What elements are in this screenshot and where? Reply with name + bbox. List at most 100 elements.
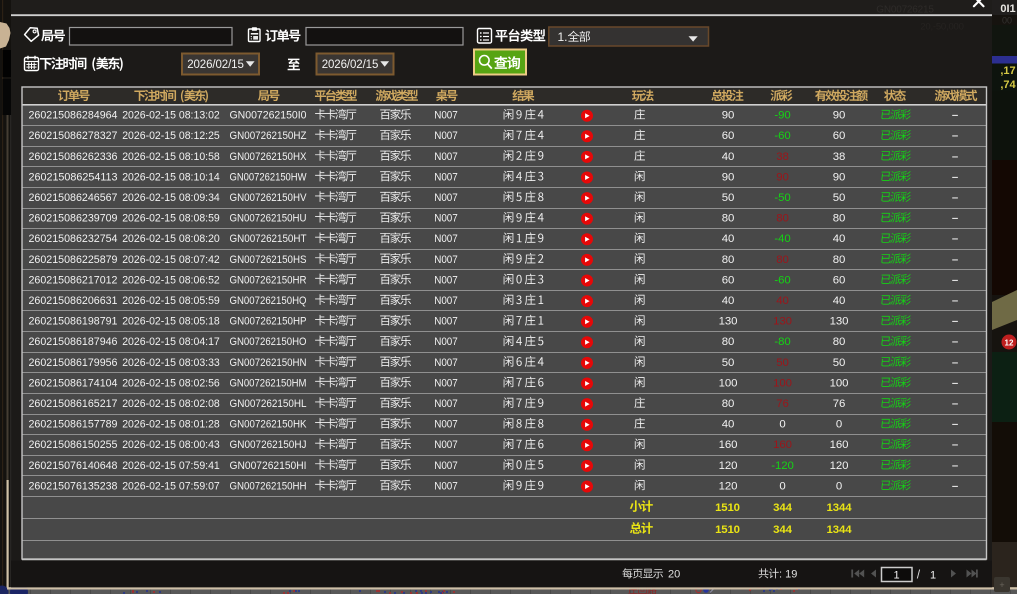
svg-text:1344: 1344: [827, 502, 853, 514]
svg-text:38: 38: [776, 151, 788, 163]
svg-text:2026/02/15: 2026/02/15: [322, 59, 379, 71]
svg-text:GN007262150HX: GN007262150HX: [230, 151, 307, 163]
svg-text:90: 90: [833, 110, 845, 122]
svg-text:0: 0: [779, 480, 785, 492]
svg-text:1510: 1510: [715, 502, 740, 514]
svg-text:N007: N007: [434, 480, 458, 492]
svg-text:N007: N007: [434, 192, 458, 204]
svg-text:GN007262150HN: GN007262150HN: [230, 357, 307, 369]
svg-text:GN007262150HK: GN007262150HK: [230, 419, 307, 431]
svg-text:N007: N007: [434, 460, 458, 472]
svg-text:–: –: [952, 130, 958, 142]
svg-text:50: 50: [776, 357, 788, 369]
svg-text:0: 0: [836, 419, 842, 431]
svg-text:GN007262150HH: GN007262150HH: [230, 480, 307, 492]
svg-text:-60: -60: [774, 274, 790, 286]
svg-text:20,-50,000: 20,-50,000: [920, 22, 963, 33]
svg-text:160: 160: [719, 439, 738, 451]
svg-text:,74: ,74: [1000, 79, 1016, 91]
svg-text:N007: N007: [434, 295, 458, 307]
svg-text:260215086165217: 260215086165217: [29, 398, 118, 410]
svg-text:+: +: [999, 580, 1004, 590]
svg-text:260215086198791: 260215086198791: [29, 316, 118, 328]
svg-text:130: 130: [830, 316, 849, 328]
svg-text:2026-02-15 08:08:20: 2026-02-15 08:08:20: [122, 233, 220, 245]
svg-text:–: –: [952, 316, 958, 328]
svg-text:GN007262150HU: GN007262150HU: [230, 213, 307, 225]
svg-text:2026-02-15 08:08:59: 2026-02-15 08:08:59: [122, 213, 220, 225]
svg-text:: 19: : 19: [779, 569, 797, 581]
svg-text:50: 50: [833, 357, 845, 369]
svg-text:120: 120: [719, 460, 738, 472]
svg-text:–: –: [952, 233, 958, 245]
svg-text:0I1: 0I1: [1000, 3, 1015, 15]
svg-text:N007: N007: [434, 274, 458, 286]
svg-text:260215086157789: 260215086157789: [29, 419, 118, 431]
svg-text:2026-02-15 08:05:59: 2026-02-15 08:05:59: [122, 295, 220, 307]
svg-text:40: 40: [722, 419, 734, 431]
svg-text:N007: N007: [434, 151, 458, 163]
svg-text:GN007262150HI: GN007262150HI: [230, 460, 307, 472]
svg-text:1.: 1.: [558, 30, 568, 44]
svg-text:–: –: [952, 480, 958, 492]
svg-text:2026-02-15 08:09:34: 2026-02-15 08:09:34: [122, 192, 220, 204]
svg-text:76: 76: [776, 398, 788, 410]
svg-text:–: –: [952, 439, 958, 451]
svg-text:–: –: [952, 110, 958, 122]
svg-text:260215086246567: 260215086246567: [29, 192, 118, 204]
svg-text:,17: ,17: [1000, 65, 1015, 77]
svg-text:50: 50: [833, 192, 845, 204]
svg-text:260215076135238: 260215076135238: [29, 480, 118, 492]
svg-text:–: –: [952, 419, 958, 431]
svg-text:N007: N007: [434, 377, 458, 389]
svg-text:N007: N007: [434, 130, 458, 142]
svg-text:1510: 1510: [715, 524, 740, 536]
svg-text:2026-02-15 08:10:14: 2026-02-15 08:10:14: [122, 171, 220, 183]
svg-text:260215086150255: 260215086150255: [29, 439, 118, 451]
svg-text:2026-02-15 08:10:58: 2026-02-15 08:10:58: [122, 151, 220, 163]
svg-text:2026-02-15 08:02:56: 2026-02-15 08:02:56: [122, 377, 220, 389]
svg-text:N007: N007: [434, 419, 458, 431]
svg-text:260215086206631: 260215086206631: [29, 295, 118, 307]
svg-text:–: –: [952, 151, 958, 163]
svg-text:38: 38: [833, 151, 845, 163]
svg-text:60: 60: [833, 274, 845, 286]
svg-text:1: 1: [893, 570, 899, 582]
svg-text:76: 76: [833, 398, 845, 410]
svg-text:130: 130: [719, 316, 738, 328]
svg-text:80: 80: [776, 213, 788, 225]
svg-text:GN007262150HP: GN007262150HP: [230, 316, 307, 328]
svg-text:GN007262150HZ: GN007262150HZ: [230, 130, 307, 142]
svg-text:GN007262150HJ: GN007262150HJ: [230, 439, 307, 451]
svg-text:80: 80: [722, 336, 734, 348]
svg-text:80: 80: [722, 213, 734, 225]
svg-text:GN007262150HV: GN007262150HV: [230, 192, 307, 204]
svg-text:-80: -80: [774, 336, 790, 348]
svg-text:-50: -50: [774, 192, 790, 204]
svg-text:-40: -40: [774, 233, 790, 245]
svg-text:N007: N007: [434, 316, 458, 328]
svg-text:344: 344: [773, 502, 792, 514]
svg-text:N007: N007: [434, 254, 458, 266]
svg-text:50: 50: [722, 357, 734, 369]
svg-text:2026-02-15 08:05:18: 2026-02-15 08:05:18: [122, 316, 220, 328]
svg-text:-120: -120: [771, 460, 793, 472]
svg-text:N007: N007: [434, 439, 458, 451]
svg-text:260215086187946: 260215086187946: [29, 336, 118, 348]
svg-text:2026-02-15 08:03:33: 2026-02-15 08:03:33: [122, 357, 220, 369]
svg-text:260215086239709: 260215086239709: [29, 213, 118, 225]
svg-text:GN007262150HL: GN007262150HL: [230, 398, 307, 410]
svg-text:–: –: [952, 213, 958, 225]
svg-text:2026-02-15 08:02:08: 2026-02-15 08:02:08: [122, 398, 220, 410]
svg-text:GN007262150HQ: GN007262150HQ: [230, 295, 307, 307]
svg-text:260215086254113: 260215086254113: [29, 171, 118, 183]
svg-text:344: 344: [773, 524, 792, 536]
svg-text:2026-02-15 08:06:52: 2026-02-15 08:06:52: [122, 274, 220, 286]
svg-text:–: –: [952, 398, 958, 410]
svg-text:120: 120: [830, 460, 849, 472]
svg-text:160: 160: [830, 439, 849, 451]
svg-text:20: 20: [668, 569, 680, 581]
svg-text:N007: N007: [434, 233, 458, 245]
svg-text:40: 40: [722, 151, 734, 163]
svg-text:–: –: [952, 357, 958, 369]
